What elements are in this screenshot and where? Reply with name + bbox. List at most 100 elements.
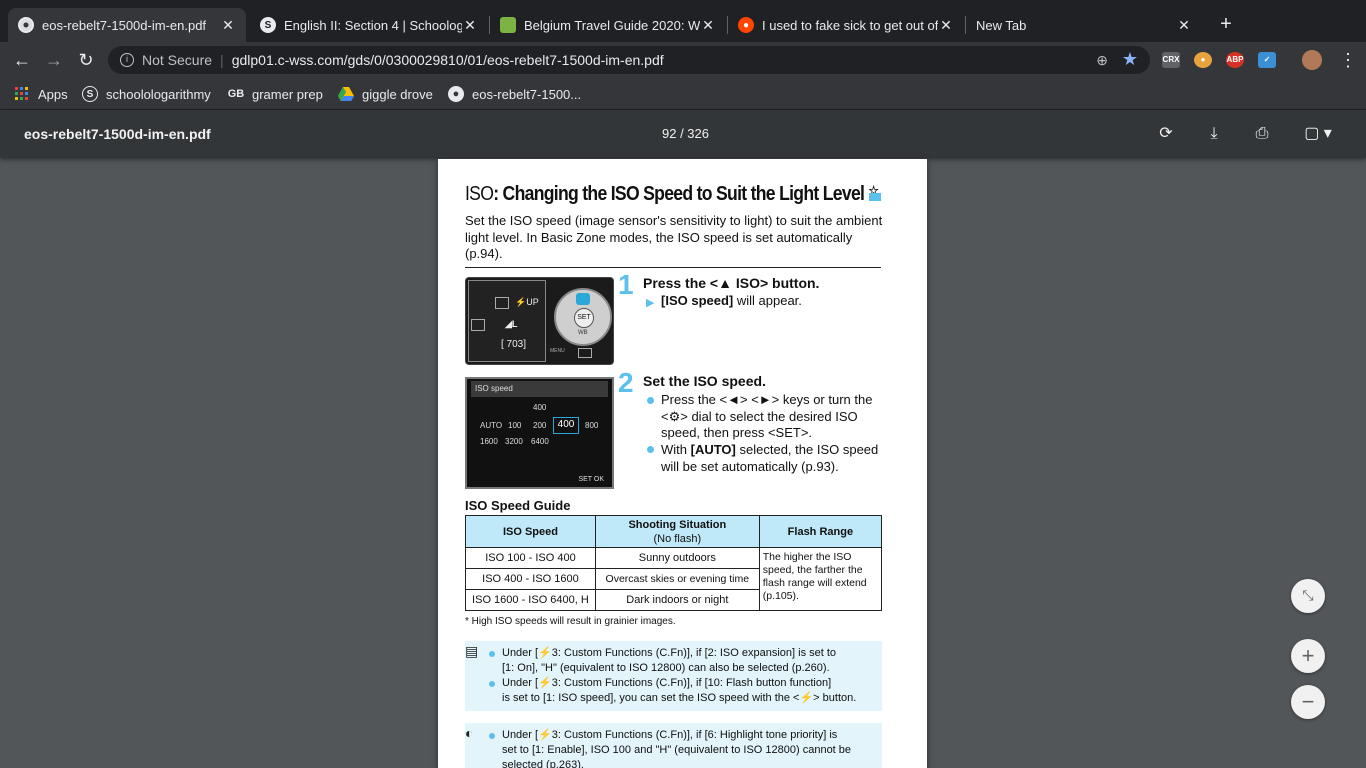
travel-icon xyxy=(500,17,516,33)
bold-text: [ISO speed] xyxy=(661,293,734,308)
intro-text: Set the ISO speed (image sensor's sensit… xyxy=(465,213,883,261)
wb-label: WB xyxy=(578,330,588,336)
table-row: ISO 100 - ISO 400 Sunny outdoors The hig… xyxy=(465,547,883,611)
text: With xyxy=(661,442,691,457)
flash-up-icon: ⚡UP xyxy=(515,297,539,307)
iso-option: 800 xyxy=(585,421,599,430)
header-line: Shooting Situation xyxy=(628,518,727,531)
column-header: Flash Range xyxy=(758,515,883,548)
info-icon[interactable]: i xyxy=(120,53,134,67)
avatar[interactable] xyxy=(1302,50,1322,70)
play-button-icon xyxy=(578,348,592,358)
close-icon[interactable]: ✕ xyxy=(700,17,716,34)
step-number: 2 xyxy=(618,367,634,398)
step-text: Press the <◄> <►> keys or turn the <⚙> d… xyxy=(661,392,873,440)
adblock-extension-icon[interactable]: ABP xyxy=(1226,52,1244,68)
iso-option: 3200 xyxy=(505,437,523,446)
new-tab-button[interactable]: + xyxy=(1214,12,1238,36)
menu-label: MENU xyxy=(550,348,565,354)
menu-icon[interactable]: ⋮ xyxy=(1336,48,1360,72)
table-cell: Overcast skies or evening time xyxy=(594,568,760,590)
zoom-icon[interactable]: ⊕ xyxy=(1096,52,1108,69)
note-line: Under [⚡3: Custom Functions (C.Fn)], if … xyxy=(502,677,832,689)
zoom-in-button[interactable]: + xyxy=(1291,639,1325,673)
tab-title: English II: Section 4 | Schoology xyxy=(284,17,462,33)
gb-icon: GB xyxy=(227,88,245,100)
bookmark-label: Apps xyxy=(38,86,68,102)
iso-option: 200 xyxy=(533,421,547,430)
tab-reddit[interactable]: ● I used to fake sick to get out of ✕ xyxy=(728,8,964,42)
bookmark-label: eos-rebelt7-1500... xyxy=(472,86,582,102)
tab-pdf[interactable]: eos-rebelt7-1500d-im-en.pdf ✕ xyxy=(8,8,246,42)
tab-newtab[interactable]: New Tab ✕ xyxy=(966,8,1202,42)
forward-button[interactable]: → xyxy=(42,48,66,72)
note-line: is set to [1: ISO speed], you can set th… xyxy=(502,692,857,704)
iso-speed-guide-table: ISO Speed Shooting Situation (No flash) F… xyxy=(465,515,883,611)
address-bar[interactable]: i Not Secure | gdlp01.c-wss.com/gds/0/03… xyxy=(108,46,1150,74)
bookmark-menu-icon[interactable]: ▢ ▾ xyxy=(1298,122,1338,146)
table-cell: Sunny outdoors xyxy=(594,547,760,569)
print-icon[interactable]: ⎙ xyxy=(1250,122,1274,146)
toolbar: ← → ↻ i Not Secure | gdlp01.c-wss.com/gd… xyxy=(0,42,1366,78)
bullet-dot xyxy=(489,681,495,687)
page-heading: ISO: Changing the ISO Speed to Suit the … xyxy=(465,183,879,206)
shot-count: [ 703] xyxy=(501,339,527,350)
heading-text: : Changing the ISO Speed to Suit the Lig… xyxy=(493,183,865,205)
extension-icon[interactable]: ✓ xyxy=(1258,52,1276,68)
download-icon[interactable]: ⤓ xyxy=(1202,122,1226,146)
globe-icon: ● xyxy=(448,86,464,102)
bookmark-apps[interactable]: Apps xyxy=(14,86,68,102)
table-cell: ISO 400 - ISO 1600 xyxy=(465,568,596,590)
caution-icon: ◐ xyxy=(465,725,474,741)
bookmark-star-icon[interactable]: ★ xyxy=(1122,49,1138,70)
zoom-out-button[interactable]: − xyxy=(1291,685,1325,719)
tab-strip: eos-rebelt7-1500d-im-en.pdf ✕ S English … xyxy=(0,0,1366,46)
bookmark-label: schoolologarithmy xyxy=(106,86,211,102)
note-line: selected (p.263). xyxy=(502,759,584,768)
reload-button[interactable]: ↻ xyxy=(74,48,98,72)
bullet-dot xyxy=(647,446,654,453)
note-line: [1: On], "H" (equivalent to ISO 12800) c… xyxy=(502,662,830,674)
guide-title: ISO Speed Guide xyxy=(465,498,571,513)
close-icon[interactable]: ✕ xyxy=(462,17,478,34)
memo-icon: ▤ xyxy=(465,643,479,659)
step-title: Set the ISO speed. xyxy=(643,373,766,389)
bookmark-label: giggle drove xyxy=(362,86,433,102)
pdf-filename: eos-rebelt7-1500d-im-en.pdf xyxy=(24,126,211,142)
page-indicator[interactable]: 92 / 326 xyxy=(662,126,709,141)
caution-box: ◐ Under [⚡3: Custom Functions (C.Fn)], i… xyxy=(465,723,882,768)
tab-title: New Tab xyxy=(976,17,1027,33)
tab-schoology[interactable]: S English II: Section 4 | Schoology ✕ xyxy=(250,8,488,42)
mode-icon xyxy=(495,297,509,309)
pdf-toolbar: eos-rebelt7-1500d-im-en.pdf 92 / 326 ⟳ ⤓… xyxy=(0,110,1366,158)
header-subline: (No flash) xyxy=(653,532,702,545)
cross-keys-dial: SET WB xyxy=(554,288,612,346)
bookmark-gramer[interactable]: GB gramer prep xyxy=(228,86,323,102)
close-icon[interactable]: ✕ xyxy=(938,17,954,34)
bookmark-eos-pdf[interactable]: ● eos-rebelt7-1500... xyxy=(448,86,581,102)
table-cell: ISO 100 - ISO 400 xyxy=(465,547,596,569)
rotate-icon[interactable]: ⟳ xyxy=(1154,122,1178,146)
camera-screen: ⚡UP ◢L [ 703] xyxy=(468,280,546,362)
set-ok-label: SET OK xyxy=(578,476,604,483)
back-button[interactable]: ← xyxy=(10,48,34,72)
tab-title: Belgium Travel Guide 2020: What xyxy=(524,17,700,33)
note-line: set to [1: Enable], ISO 100 and "H" (equ… xyxy=(502,744,852,756)
iso-speed-screen-illustration: ISO speed 400 AUTO 100 200 400 800 1600 … xyxy=(465,377,614,489)
crx-extension-icon[interactable]: CRX xyxy=(1162,52,1180,68)
tab-belgium[interactable]: Belgium Travel Guide 2020: What ✕ xyxy=(490,8,726,42)
owl-extension-icon[interactable]: ● xyxy=(1194,52,1212,68)
google-drive-icon xyxy=(338,86,354,102)
bookmark-schoology[interactable]: S schoolologarithmy xyxy=(82,86,211,102)
iso-option: 1600 xyxy=(480,437,498,446)
footnote: * High ISO speeds will result in grainie… xyxy=(465,616,676,627)
iso-option: 100 xyxy=(508,421,522,430)
close-icon[interactable]: ✕ xyxy=(1176,17,1192,34)
iso-key-highlight xyxy=(576,293,590,305)
pdf-page: ISO: Changing the ISO Speed to Suit the … xyxy=(438,159,927,768)
close-icon[interactable]: ✕ xyxy=(220,17,236,34)
metering-icon xyxy=(471,319,485,331)
fit-page-button[interactable]: ⤡ xyxy=(1291,579,1325,613)
tab-title: eos-rebelt7-1500d-im-en.pdf xyxy=(42,17,207,33)
bookmark-drive[interactable]: giggle drove xyxy=(338,86,433,102)
